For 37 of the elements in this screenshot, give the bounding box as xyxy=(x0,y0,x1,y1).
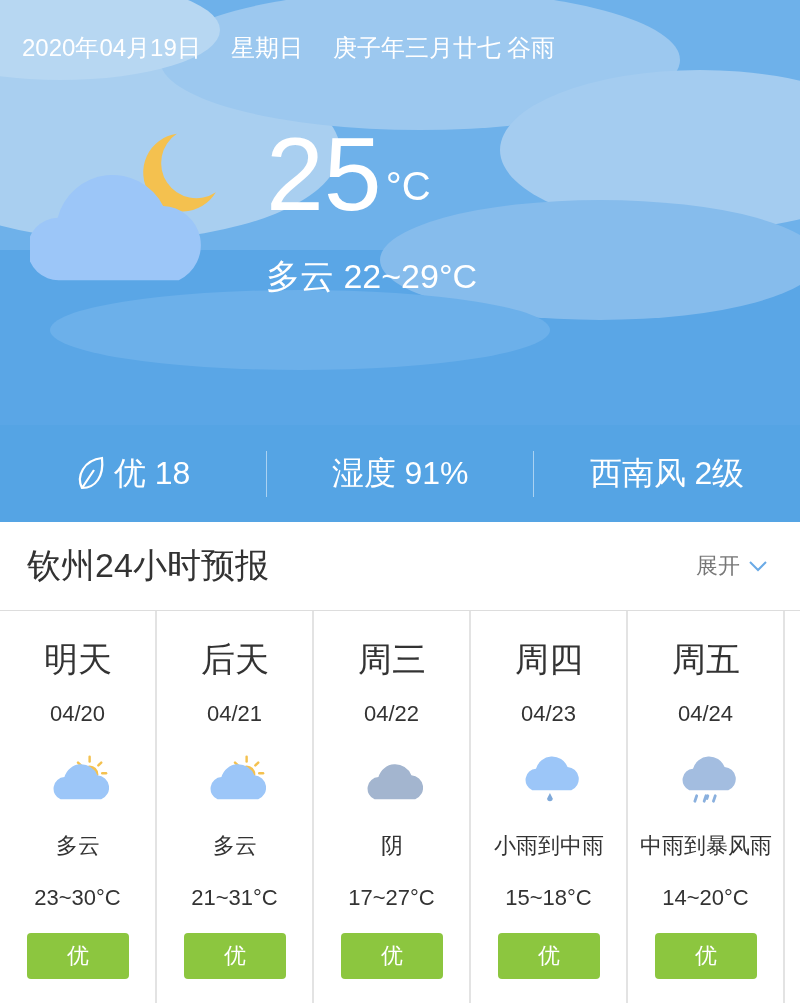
day-date: 04/23 xyxy=(520,701,577,727)
day-name: 周四 xyxy=(514,639,583,679)
forecast-title: 钦州24小时预报 xyxy=(27,545,269,586)
weather-stat: 湿度 91% xyxy=(331,453,469,493)
weather-stat: 西南风 2级 xyxy=(589,453,745,493)
lunar-date-text: 庚子年三月廿七 谷雨 xyxy=(332,33,556,63)
weekday-text: 星期日 xyxy=(230,33,303,63)
day-temperature: 14~20°C xyxy=(662,885,749,911)
air-quality-badge: 优 xyxy=(340,933,443,979)
day-temperature: 21~31°C xyxy=(191,885,278,911)
air-quality-badge: 优 xyxy=(654,933,757,979)
day-name: 周三 xyxy=(357,639,426,679)
chevron-down-icon xyxy=(748,560,768,572)
day-date: 04/24 xyxy=(677,701,734,727)
day-temperature: 15~18°C xyxy=(505,885,592,911)
day-name: 后天 xyxy=(200,639,269,679)
current-temperature: 25 xyxy=(266,124,382,224)
air-quality-text: 优 18 xyxy=(113,453,191,493)
temperature-unit: °C xyxy=(385,164,431,209)
day-condition: 多云 xyxy=(212,832,257,860)
day-condition: 多云 xyxy=(55,832,100,860)
day-temperature: 23~30°C xyxy=(34,885,121,911)
day-name: 明天 xyxy=(43,639,112,679)
day-temperature: 17~27°C xyxy=(348,885,435,911)
day-date: 04/21 xyxy=(206,701,263,727)
day-condition: 中雨到暴风雨 xyxy=(639,832,772,860)
day-date: 04/22 xyxy=(363,701,420,727)
air-quality-badge: 优 xyxy=(497,933,600,979)
day-date: 04/20 xyxy=(49,701,106,727)
day-condition: 阴 xyxy=(380,832,403,860)
day-condition: 小雨到中雨 xyxy=(493,832,604,860)
day-name: 周五 xyxy=(671,639,740,679)
air-quality-badge: 优 xyxy=(26,933,129,979)
air-quality-badge: 优 xyxy=(183,933,286,979)
expand-button[interactable]: 展开 xyxy=(696,551,768,581)
weather-summary: 多云 22~29°C xyxy=(266,256,478,297)
date-text: 2020年04月19日 xyxy=(22,33,201,63)
